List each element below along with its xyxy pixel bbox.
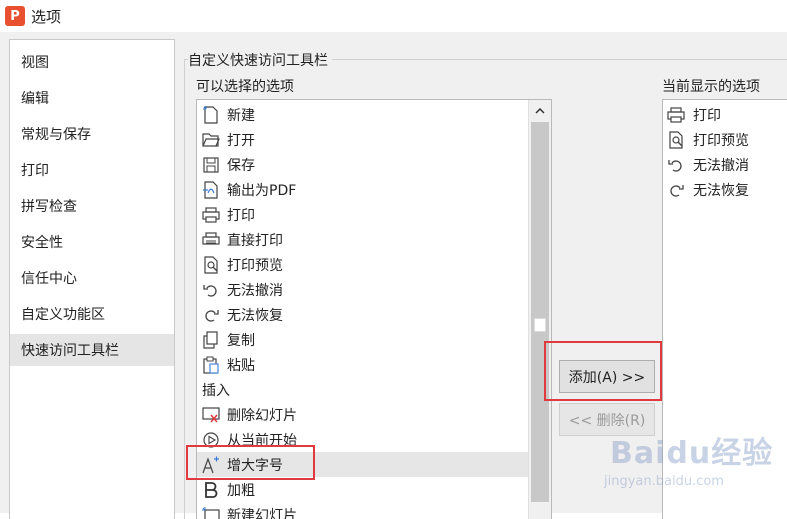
list-category-header: 插入 — [197, 377, 528, 402]
list-item[interactable]: 无法恢复 — [197, 302, 528, 327]
folder-open-icon — [202, 131, 220, 149]
list-item-label: 复制 — [227, 330, 255, 350]
list-item-label: 打开 — [227, 130, 255, 150]
watermark-subtext: jingyan.baidu.com — [604, 474, 724, 489]
print-preview-icon — [667, 131, 685, 149]
nav-item-label: 安全性 — [21, 232, 63, 252]
list-item-label: 无法撤消 — [227, 280, 283, 300]
list-item[interactable]: 打印预览 — [197, 252, 528, 277]
title-bar: P 选项 — [0, 0, 787, 32]
nav-item-view[interactable]: 视图 — [10, 46, 174, 78]
scroll-thumb[interactable] — [531, 122, 549, 502]
nav-item-label: 信任中心 — [21, 268, 77, 288]
undo-icon — [667, 156, 685, 174]
export-pdf-icon — [202, 181, 220, 199]
list-item-label: 输出为PDF — [227, 180, 296, 200]
baidu-watermark-logo: Baidu经验 jingyan.baidu.com — [600, 420, 785, 510]
new-slide-icon — [202, 506, 220, 519]
list-item-label: 无法恢复 — [227, 305, 283, 325]
copy-icon — [202, 331, 220, 349]
list-item[interactable]: 粘贴 — [197, 352, 528, 377]
available-options-label: 可以选择的选项 — [196, 76, 294, 96]
nav-item-edit[interactable]: 编辑 — [10, 82, 174, 114]
list-item-label: 新建 — [227, 105, 255, 125]
list-item-label: 加粗 — [227, 480, 255, 500]
list-item[interactable]: 加粗 — [197, 477, 528, 502]
play-from-current-icon — [202, 431, 220, 449]
print-icon — [667, 106, 685, 124]
list-item-selected[interactable]: 增大字号 — [197, 452, 528, 477]
list-item[interactable]: 复制 — [197, 327, 528, 352]
save-icon — [202, 156, 220, 174]
dialog-body: 视图 编辑 常规与保存 打印 拼写检查 安全性 信任中心 自定义功能区 快速访问… — [0, 32, 787, 513]
list-item-label: 打印预览 — [227, 255, 283, 275]
bold-icon — [202, 481, 220, 499]
list-item[interactable]: 无法撤消 — [197, 277, 528, 302]
list-item-label: 从当前开始 — [227, 430, 297, 450]
list-item[interactable]: 打印预览 — [663, 127, 786, 152]
list-item[interactable]: 从当前开始 — [197, 427, 528, 452]
available-list-scrollbar[interactable] — [528, 100, 551, 519]
nav-item-spellcheck[interactable]: 拼写检查 — [10, 190, 174, 222]
list-item-label: 插入 — [202, 380, 230, 400]
nav-item-label: 快速访问工具栏 — [21, 340, 119, 360]
nav-item-security[interactable]: 安全性 — [10, 226, 174, 258]
list-item-label: 新建幻灯片 — [227, 505, 297, 519]
increase-font-icon — [202, 456, 220, 474]
list-item-label: 保存 — [227, 155, 255, 175]
nav-item-customize-ribbon[interactable]: 自定义功能区 — [10, 298, 174, 330]
direct-print-icon — [202, 231, 220, 249]
list-item[interactable]: 打开 — [197, 127, 528, 152]
list-item-label: 直接打印 — [227, 230, 283, 250]
list-item[interactable]: 无法撤消 — [663, 152, 786, 177]
add-button[interactable]: 添加(A) >> — [559, 360, 655, 393]
scroll-up-arrow-icon[interactable] — [529, 100, 551, 122]
list-item-label: 增大字号 — [227, 455, 283, 475]
nav-item-print[interactable]: 打印 — [10, 154, 174, 186]
nav-item-label: 自定义功能区 — [21, 304, 105, 324]
print-icon — [202, 206, 220, 224]
app-logo: P — [5, 6, 25, 26]
list-item[interactable]: 删除幻灯片 — [197, 402, 528, 427]
list-item[interactable]: 新建幻灯片 — [197, 502, 528, 519]
group-border-left — [184, 59, 185, 519]
list-item[interactable]: 打印 — [663, 102, 786, 127]
nav-item-label: 编辑 — [21, 88, 49, 108]
paste-icon — [202, 356, 220, 374]
list-item[interactable]: 保存 — [197, 152, 528, 177]
watermark-text: Baidu经验 — [610, 428, 773, 472]
list-item-label: 无法撤消 — [693, 155, 749, 175]
list-item[interactable]: 输出为PDF — [197, 177, 528, 202]
scroll-grip — [534, 318, 546, 332]
options-nav: 视图 编辑 常规与保存 打印 拼写检查 安全性 信任中心 自定义功能区 快速访问… — [9, 39, 175, 519]
new-doc-icon — [202, 106, 220, 124]
nav-item-quick-access-toolbar[interactable]: 快速访问工具栏 — [10, 334, 174, 366]
list-item[interactable]: 打印 — [197, 202, 528, 227]
list-item-label: 打印 — [693, 105, 721, 125]
nav-item-label: 拼写检查 — [21, 196, 77, 216]
redo-icon — [202, 306, 220, 324]
window-title: 选项 — [31, 6, 61, 27]
nav-item-general-save[interactable]: 常规与保存 — [10, 118, 174, 150]
group-title: 自定义快速访问工具栏 — [188, 50, 332, 70]
list-item[interactable]: 无法恢复 — [663, 177, 786, 202]
list-item-label: 删除幻灯片 — [227, 405, 297, 425]
list-item-label: 打印 — [227, 205, 255, 225]
list-item-label: 打印预览 — [693, 130, 749, 150]
list-item-label: 粘贴 — [227, 355, 255, 375]
list-item[interactable]: 直接打印 — [197, 227, 528, 252]
delete-slide-icon — [202, 406, 220, 424]
nav-item-label: 视图 — [21, 52, 49, 72]
current-options-label: 当前显示的选项 — [662, 76, 760, 96]
redo-icon — [667, 181, 685, 199]
nav-item-label: 常规与保存 — [21, 124, 91, 144]
nav-item-trust-center[interactable]: 信任中心 — [10, 262, 174, 294]
nav-item-label: 打印 — [21, 160, 49, 180]
available-options-list[interactable]: 新建 打开 保存 输出为PDF 打印 直接打印 打印预览 无法撤消 — [196, 99, 552, 519]
print-preview-icon — [202, 256, 220, 274]
list-item[interactable]: 新建 — [197, 102, 528, 127]
undo-icon — [202, 281, 220, 299]
list-item-label: 无法恢复 — [693, 180, 749, 200]
